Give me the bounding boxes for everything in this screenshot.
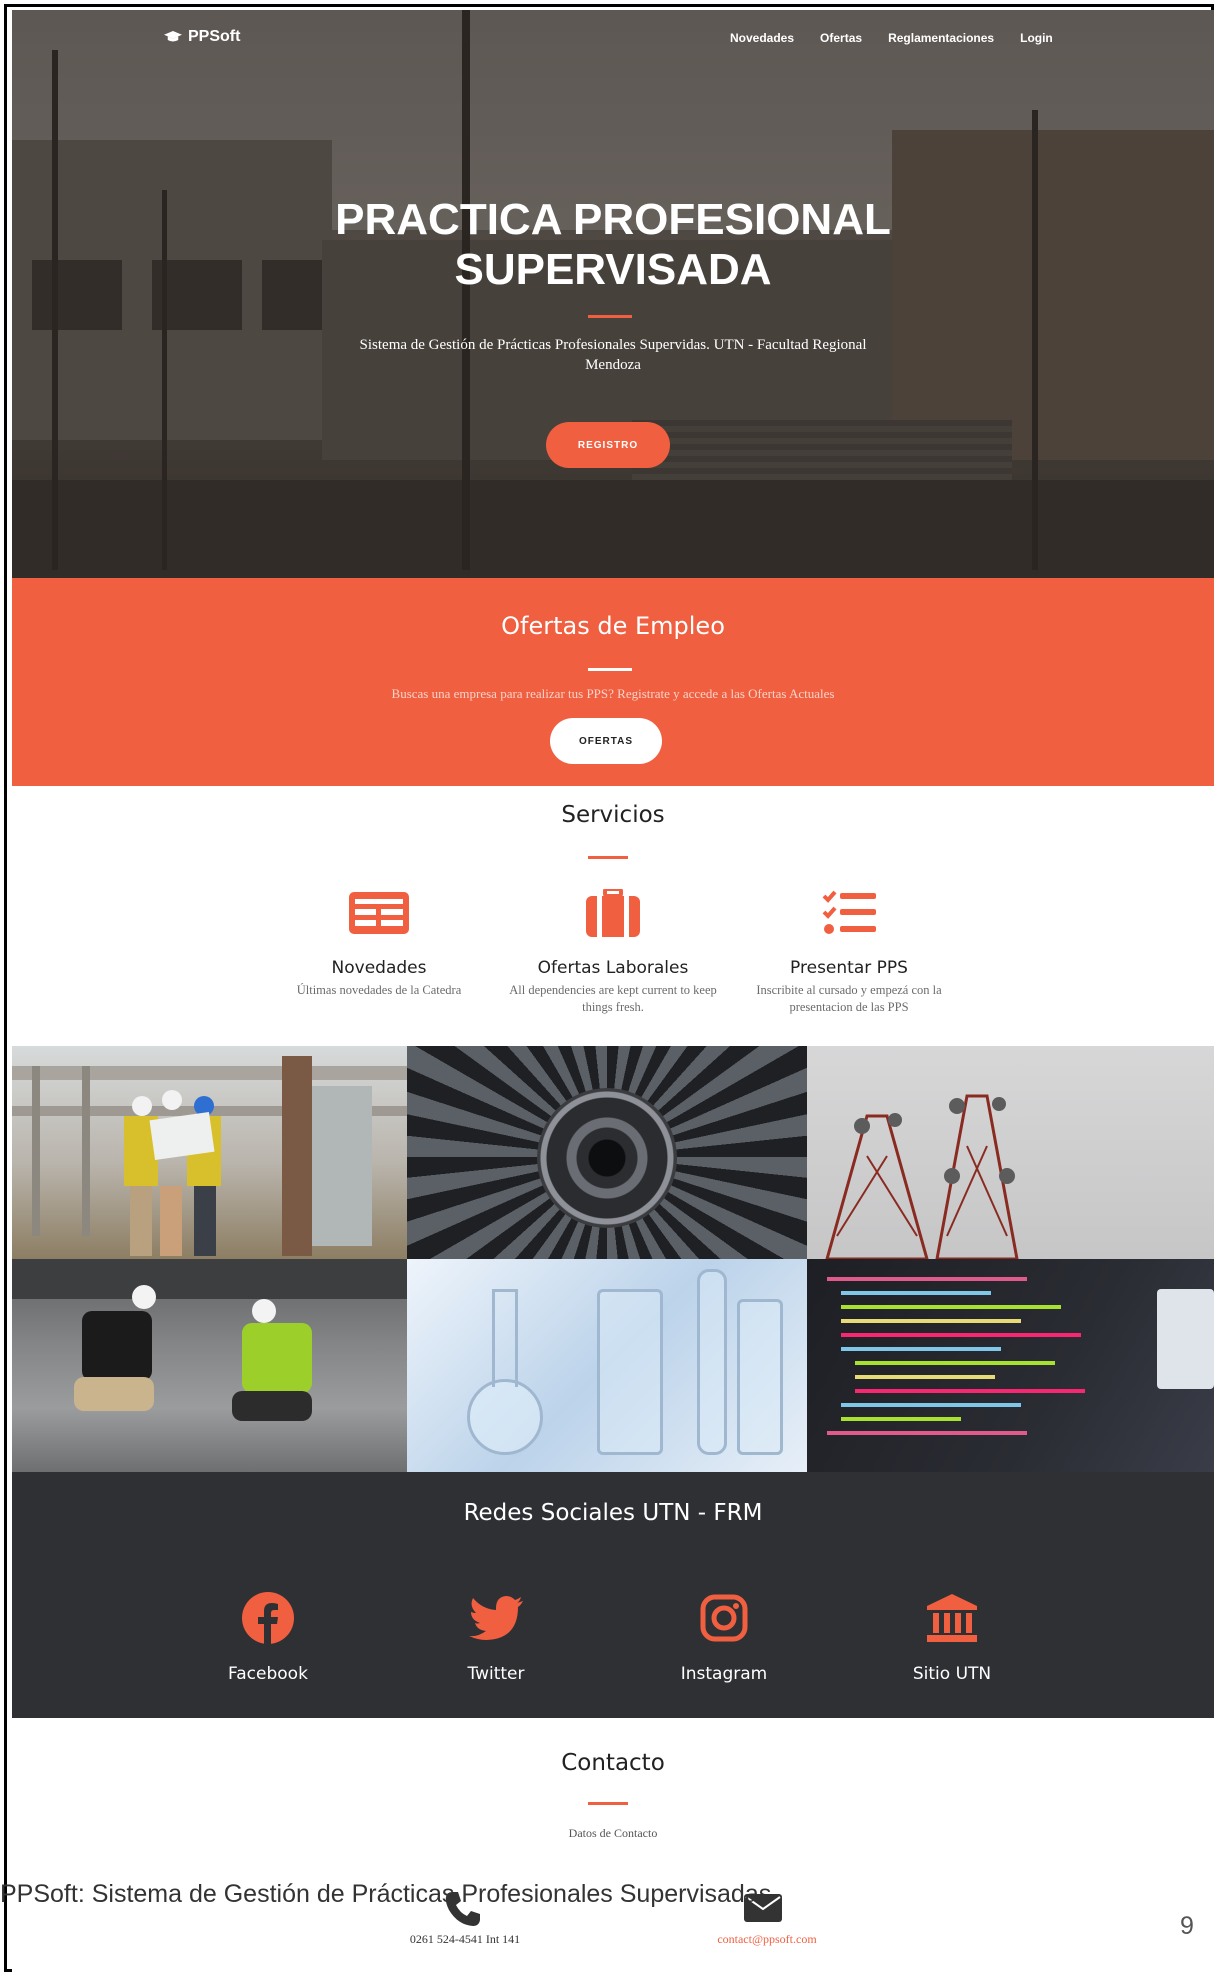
- twitter-icon: [469, 1596, 523, 1640]
- nav-link-ofertas[interactable]: Ofertas: [820, 31, 862, 45]
- servicios-section: Servicios Novedades Últimas novedades de…: [12, 786, 1214, 1046]
- hero-title-line2: SUPERVISADA: [454, 245, 772, 294]
- social-label: Facebook: [228, 1664, 308, 1684]
- nav-link-reglamentaciones[interactable]: Reglamentaciones: [888, 31, 994, 45]
- social-instagram[interactable]: Instagram: [634, 1592, 814, 1684]
- social-facebook[interactable]: Facebook: [178, 1592, 358, 1684]
- page-number: 9: [1180, 1912, 1194, 1940]
- service-title: Novedades: [331, 958, 427, 978]
- portfolio-gallery: [12, 1046, 1214, 1472]
- document-caption: PPSoft: Sistema de Gestión de Prácticas …: [0, 1880, 772, 1908]
- gallery-tile-jet-engine[interactable]: [407, 1046, 807, 1259]
- university-icon: [927, 1594, 977, 1642]
- redes-section: Redes Sociales UTN - FRM Facebook Twitte…: [12, 1472, 1214, 1718]
- service-desc: All dependencies are kept current to kee…: [509, 983, 717, 1014]
- hero-title-line1: PRACTICA PROFESIONAL: [335, 195, 891, 244]
- ofertas-text: Buscas una empresa para realizar tus PPS…: [391, 686, 835, 701]
- social-label: Instagram: [680, 1664, 768, 1684]
- contacto-subtitle: Datos de Contacto: [568, 1826, 658, 1840]
- brand-name: PPSoft: [188, 28, 241, 45]
- hero-title: PRACTICA PROFESIONAL SUPERVISADA: [12, 195, 1214, 295]
- contacto-section: Contacto Datos de Contacto 0261 524-4541…: [12, 1718, 1214, 1978]
- service-title: Presentar PPS: [790, 958, 908, 978]
- service-ofertas-laborales: Ofertas Laborales All dependencies are k…: [508, 888, 718, 1016]
- social-label: Sitio UTN: [912, 1664, 992, 1684]
- nav-link-login[interactable]: Login: [1020, 31, 1053, 45]
- social-sitio-utn[interactable]: Sitio UTN: [862, 1592, 1042, 1684]
- contact-phone: 0261 524-4541 Int 141: [409, 1932, 521, 1946]
- servicios-divider: [588, 856, 628, 859]
- gallery-tile-telecom-towers[interactable]: [807, 1046, 1214, 1259]
- contacto-title: Contacto: [561, 1750, 665, 1776]
- hero-divider: [588, 315, 632, 318]
- facebook-icon: [242, 1592, 294, 1644]
- registro-button[interactable]: REGISTRO: [546, 422, 670, 468]
- instagram-icon: [700, 1594, 748, 1642]
- service-novedades: Novedades Últimas novedades de la Catedr…: [274, 888, 484, 999]
- ofertas-section: Ofertas de Empleo Buscas una empresa par…: [12, 578, 1214, 786]
- newspaper-icon: [349, 892, 409, 934]
- service-desc: Inscribite al cursado y empezá con la pr…: [756, 983, 942, 1014]
- navbar: PPSoft Novedades Ofertas Reglamentacione…: [12, 10, 1214, 66]
- nav-links: Novedades Ofertas Reglamentaciones Login: [730, 31, 1053, 45]
- gallery-tile-inspection[interactable]: [12, 1259, 407, 1472]
- suitcase-icon: [586, 889, 640, 937]
- hero-subtitle: Sistema de Gestión de Prácticas Profesio…: [359, 337, 867, 373]
- brand-logo[interactable]: PPSoft: [164, 28, 240, 46]
- gallery-tile-lab-glassware[interactable]: [407, 1259, 807, 1472]
- nav-link-novedades[interactable]: Novedades: [730, 31, 794, 45]
- contact-email-link[interactable]: contact@ppsoft.com: [692, 1932, 842, 1947]
- social-twitter[interactable]: Twitter: [406, 1592, 586, 1684]
- service-presentar-pps: Presentar PPS Inscribite al cursado y em…: [744, 888, 954, 1016]
- tasks-icon: [822, 890, 876, 934]
- ofertas-button[interactable]: OFERTAS: [550, 718, 662, 764]
- servicios-title: Servicios: [561, 802, 665, 828]
- social-label: Twitter: [467, 1664, 525, 1684]
- ofertas-divider: [588, 668, 632, 671]
- ofertas-title: Ofertas de Empleo: [501, 612, 725, 640]
- service-desc: Últimas novedades de la Catedra: [296, 983, 462, 997]
- tower-silhouette: [825, 1094, 1019, 1259]
- gallery-tile-code-screen[interactable]: [807, 1259, 1214, 1472]
- graduation-cap-icon: [164, 31, 182, 42]
- service-title: Ofertas Laborales: [537, 958, 689, 978]
- redes-title: Redes Sociales UTN - FRM: [463, 1500, 763, 1526]
- gallery-tile-engineers-plans[interactable]: [12, 1046, 407, 1259]
- contacto-divider: [588, 1802, 628, 1805]
- hero-section: PPSoft Novedades Ofertas Reglamentacione…: [12, 10, 1214, 578]
